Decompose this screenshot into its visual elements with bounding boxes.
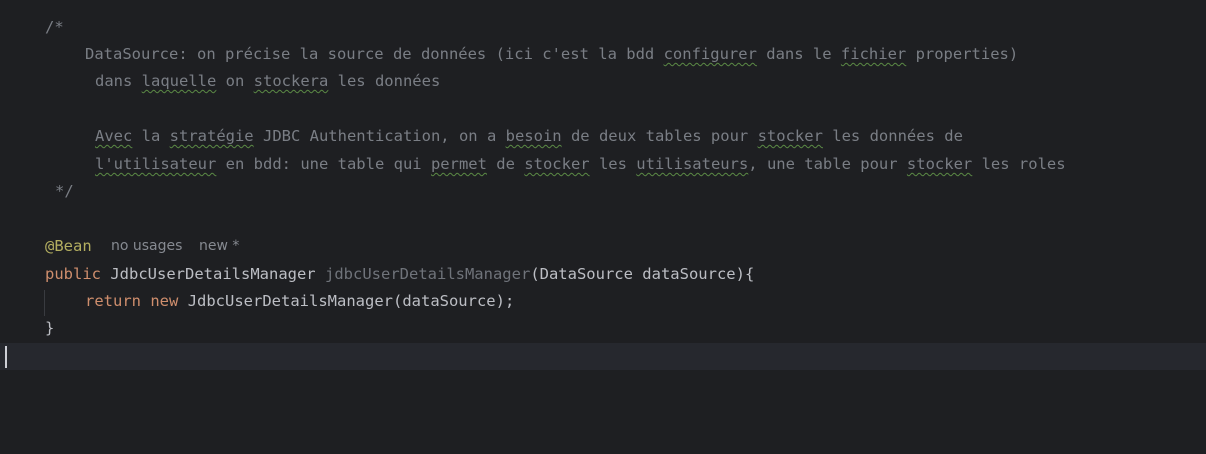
text-caret <box>5 346 7 368</box>
comment-line-2: dans laquelle on stockera les données <box>95 72 441 90</box>
annotation-line: @Bean <box>45 233 92 260</box>
comment-line-4: Avec la stratégie JDBC Authentication, o… <box>95 127 963 145</box>
indent-guide <box>44 290 45 316</box>
usages-hint[interactable]: no usages <box>111 233 182 260</box>
comment-line-1: DataSource: on précise la source de donn… <box>85 45 1019 63</box>
comment-close: */ <box>55 182 74 200</box>
comment-line-5: l'utilisateur en bdd: une table qui perm… <box>95 155 1066 173</box>
current-line-highlight <box>0 343 1206 370</box>
closing-brace: } <box>45 319 55 337</box>
method-name: jdbcUserDetailsManager <box>325 265 531 283</box>
bean-annotation: @Bean <box>45 237 92 255</box>
comment-open: /* <box>45 18 64 36</box>
return-line: return new JdbcUserDetailsManager(dataSo… <box>85 292 515 310</box>
code-editor[interactable]: /* DataSource: on précise la source de d… <box>0 0 1206 454</box>
author-hint[interactable]: new * <box>199 233 239 260</box>
method-signature-line: public JdbcUserDetailsManager jdbcUserDe… <box>45 265 755 283</box>
